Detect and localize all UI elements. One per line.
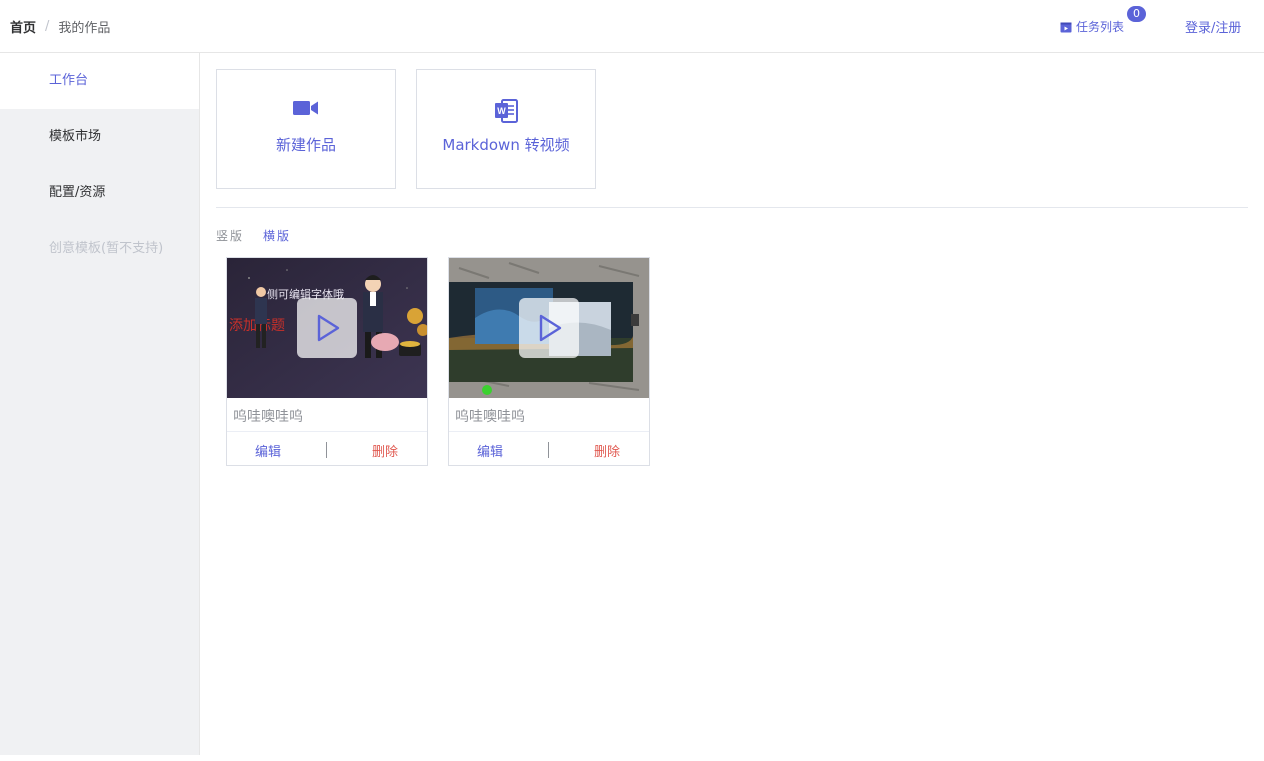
sidebar-item-workbench[interactable]: 工作台: [0, 53, 199, 109]
work-thumbnail[interactable]: 侧可编辑字体哦 添加标题: [227, 258, 427, 398]
task-list-button[interactable]: 任务列表: [1060, 18, 1124, 35]
edit-button[interactable]: 编辑: [477, 441, 503, 460]
edit-button[interactable]: 编辑: [255, 441, 281, 460]
sidebar-item-template-market[interactable]: 模板市场: [0, 109, 199, 165]
new-work-tile[interactable]: 新建作品: [216, 69, 396, 189]
task-list-label: 任务列表: [1076, 20, 1125, 34]
sidebar: 工作台 模板市场 配置/资源 创意模板(暂不支持): [0, 53, 200, 755]
video-camera-icon: [217, 98, 395, 122]
markdown-to-video-label: Markdown 转视频: [442, 136, 570, 154]
top-bar: 首页 / 我的作品 任务列表 0 登录/注册: [0, 0, 1264, 53]
play-icon: [317, 314, 340, 342]
breadcrumb-current: 我的作品: [58, 21, 111, 36]
task-count-badge: 0: [1127, 6, 1146, 22]
action-separator: [326, 442, 327, 458]
action-separator: [548, 442, 549, 458]
login-register-link[interactable]: 登录/注册: [1185, 17, 1241, 36]
work-card: 侧可编辑字体哦 添加标题 呜哇噢哇呜: [226, 257, 428, 466]
work-title: 呜哇噢哇呜: [233, 409, 303, 425]
work-title: 呜哇噢哇呜: [455, 409, 525, 425]
sidebar-item-creative-templates: 创意模板(暂不支持): [49, 241, 164, 256]
play-button[interactable]: [519, 298, 579, 358]
markdown-to-video-tile[interactable]: W Markdown 转视频: [416, 69, 596, 189]
orientation-horizontal-tab[interactable]: 横版: [263, 227, 291, 244]
work-card: 呜哇噢哇呜 编辑 删除: [448, 257, 650, 466]
delete-button[interactable]: 删除: [594, 441, 620, 460]
breadcrumb: 首页 / 我的作品: [10, 17, 110, 36]
play-button[interactable]: [297, 298, 357, 358]
orientation-vertical-tab[interactable]: 竖版: [216, 227, 244, 244]
word-document-icon: W: [417, 98, 595, 123]
sidebar-item-config-resources[interactable]: 配置/资源: [0, 165, 199, 221]
delete-button[interactable]: 删除: [372, 441, 398, 460]
work-actions: 编辑 删除: [449, 431, 649, 465]
calendar-play-icon: [1060, 22, 1072, 32]
section-divider: [216, 207, 1248, 208]
play-icon: [539, 314, 562, 342]
new-work-label: 新建作品: [275, 136, 336, 154]
work-thumbnail[interactable]: [449, 258, 649, 398]
svg-text:W: W: [497, 106, 506, 116]
breadcrumb-separator: /: [45, 19, 50, 34]
breadcrumb-home[interactable]: 首页: [10, 17, 36, 36]
work-actions: 编辑 删除: [227, 431, 427, 465]
